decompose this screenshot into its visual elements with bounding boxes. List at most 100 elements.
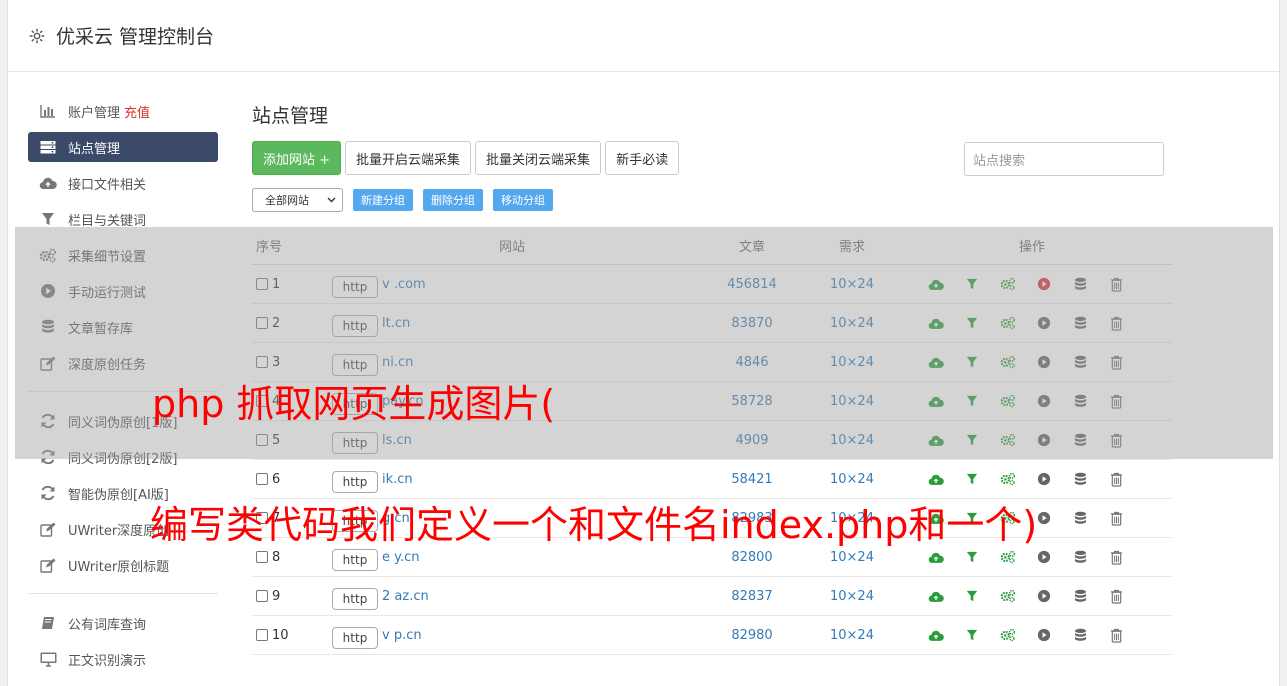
recharge-link[interactable]: 充值: [124, 102, 150, 121]
site-domain-link[interactable]: v p.cn: [382, 628, 422, 643]
watermark-line-1: php 抓取网页生成图片(: [152, 382, 556, 426]
sidebar-item-label: 正文识别演示: [68, 653, 147, 669]
edit-icon: [39, 521, 57, 537]
bar-chart-icon: [39, 103, 57, 119]
toolbar: 添加网站 + 批量开启云端采集 批量关闭云端采集 新手必读: [252, 141, 683, 175]
filter-icon[interactable]: [954, 629, 990, 641]
cloud-upload-icon[interactable]: [918, 473, 954, 486]
book-icon: [39, 615, 57, 631]
row-number-cell: 10: [252, 628, 332, 643]
cogs-icon[interactable]: [990, 589, 1026, 603]
row-number: 8: [272, 549, 281, 565]
demand-link[interactable]: 10×24: [812, 550, 892, 565]
article-count-link[interactable]: 82837: [692, 589, 812, 604]
site-cell: http v p.cn: [332, 621, 692, 649]
row-number: 9: [272, 588, 281, 604]
article-count-link[interactable]: 82980: [692, 628, 812, 643]
enable-cloud-button[interactable]: 批量开启云端采集: [345, 141, 472, 175]
cogs-icon[interactable]: [990, 628, 1026, 642]
trash-icon[interactable]: [1098, 472, 1134, 487]
table-row: 9 http 2 az.cn 82837 10×24: [252, 577, 1172, 616]
monitor-icon: [39, 651, 57, 667]
trash-icon[interactable]: [1098, 550, 1134, 565]
row-number: 6: [272, 471, 281, 487]
sidebar-item[interactable]: 账户管理 充值: [28, 93, 218, 129]
site-search-input[interactable]: 站点搜索: [964, 142, 1164, 176]
app-header: 优采云 管理控制台: [8, 0, 1279, 72]
play-circle-icon[interactable]: [1026, 550, 1062, 564]
database-icon[interactable]: [1062, 472, 1098, 487]
operations-cell: [892, 589, 1172, 604]
row-checkbox[interactable]: [256, 551, 268, 563]
sidebar-item-label: 公有词库查询: [68, 617, 147, 633]
operations-cell: [892, 472, 1172, 487]
row-checkbox[interactable]: [256, 590, 268, 602]
cloud-upload-icon[interactable]: [918, 590, 954, 603]
database-icon[interactable]: [1062, 628, 1098, 643]
cogs-icon[interactable]: [990, 550, 1026, 564]
sidebar-item[interactable]: 接口文件相关: [28, 165, 218, 201]
move-group-button[interactable]: 移动分组: [493, 189, 553, 211]
sidebar-item-label: 站点管理: [68, 141, 121, 157]
group-select[interactable]: 全部网站: [252, 188, 343, 212]
filter-icon[interactable]: [954, 590, 990, 602]
demand-link[interactable]: 10×24: [812, 628, 892, 643]
play-circle-icon[interactable]: [1026, 628, 1062, 642]
delete-group-button[interactable]: 删除分组: [423, 189, 483, 211]
add-site-button[interactable]: 添加网站 +: [252, 141, 342, 175]
cloud-upload-icon[interactable]: [918, 551, 954, 564]
article-count-link[interactable]: 58421: [692, 472, 812, 487]
edit-icon: [39, 557, 57, 573]
demand-link[interactable]: 10×24: [812, 472, 892, 487]
row-number-cell: 9: [252, 589, 332, 604]
play-circle-icon[interactable]: [1026, 589, 1062, 603]
row-number-cell: 8: [252, 550, 332, 565]
database-icon[interactable]: [1062, 589, 1098, 604]
database-icon[interactable]: [1062, 550, 1098, 565]
article-count-link[interactable]: 82800: [692, 550, 812, 565]
operations-cell: [892, 550, 1172, 565]
page-title: 站点管理: [252, 105, 329, 127]
sidebar-divider: [28, 593, 218, 594]
row-number-cell: 6: [252, 472, 332, 487]
trash-icon[interactable]: [1098, 511, 1134, 526]
trash-icon[interactable]: [1098, 628, 1134, 643]
disable-cloud-button[interactable]: 批量关闭云端采集: [475, 141, 602, 175]
cogs-icon[interactable]: [990, 472, 1026, 486]
site-cell: http ik.cn: [332, 465, 692, 493]
site-domain-link[interactable]: 2 az.cn: [382, 589, 429, 604]
guide-button[interactable]: 新手必读: [605, 141, 680, 175]
filter-icon: [39, 211, 57, 227]
sidebar-item-label: 栏目与关键词: [68, 213, 147, 229]
row-checkbox[interactable]: [256, 629, 268, 641]
demand-link[interactable]: 10×24: [812, 589, 892, 604]
protocol-badge: http: [332, 588, 378, 610]
site-cell: http 2 az.cn: [332, 582, 692, 610]
sidebar-item[interactable]: 站点管理: [28, 132, 218, 162]
filter-icon[interactable]: [954, 551, 990, 563]
protocol-badge: http: [332, 549, 378, 571]
sidebar-item-label: UWriter原创标题: [68, 559, 170, 575]
sidebar-item-label: 接口文件相关: [68, 177, 147, 193]
gear-icon: [29, 28, 45, 43]
sidebar-item[interactable]: 公有词库查询: [28, 605, 218, 641]
trash-icon[interactable]: [1098, 589, 1134, 604]
table-row: 10 http v p.cn 82980 10×24: [252, 616, 1172, 655]
row-number: 10: [272, 627, 289, 643]
new-group-button[interactable]: 新建分组: [353, 189, 413, 211]
site-domain-link[interactable]: e y.cn: [382, 550, 420, 565]
play-circle-icon[interactable]: [1026, 472, 1062, 486]
filter-icon[interactable]: [954, 473, 990, 485]
row-checkbox[interactable]: [256, 473, 268, 485]
main-content: 站点管理 添加网站 + 批量开启云端采集 批量关闭云端采集 新手必读 站点搜索 …: [252, 100, 1172, 655]
site-domain-link[interactable]: ik.cn: [382, 472, 413, 487]
app-title: 优采云 管理控制台: [56, 26, 215, 48]
cloud-upload-icon: [39, 175, 57, 191]
sidebar-item[interactable]: 正文识别演示: [28, 641, 218, 677]
cloud-upload-icon[interactable]: [918, 629, 954, 642]
chevron-down-icon: [327, 197, 336, 203]
sidebar-item[interactable]: UWriter原创标题: [28, 547, 218, 583]
protocol-badge: http: [332, 627, 378, 649]
database-icon[interactable]: [1062, 511, 1098, 526]
refresh-icon: [39, 485, 57, 501]
